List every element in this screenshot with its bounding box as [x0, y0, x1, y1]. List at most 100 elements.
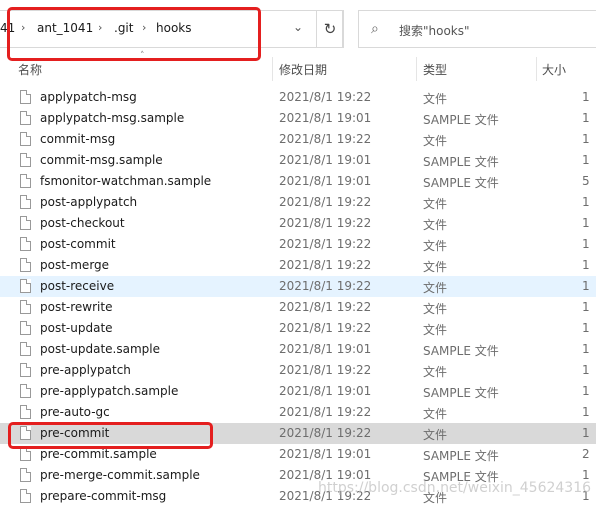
- file-name: pre-applypatch: [40, 363, 131, 377]
- file-date: 2021/8/1 19:22: [279, 237, 372, 251]
- refresh-icon[interactable]: ↻: [316, 10, 344, 48]
- file-type: 文件: [423, 134, 448, 148]
- file-icon: [20, 447, 31, 461]
- file-row[interactable]: post-checkout 2021/8/1 19:22 文件 1: [0, 213, 596, 234]
- file-icon: [20, 216, 31, 230]
- file-row[interactable]: post-commit 2021/8/1 19:22 文件 1: [0, 234, 596, 255]
- file-name: pre-commit.sample: [40, 447, 157, 461]
- file-icon: [20, 342, 31, 356]
- file-type: SAMPLE 文件: [423, 155, 499, 169]
- file-size: 1: [582, 279, 590, 293]
- file-size: 1: [582, 300, 590, 314]
- file-icon: [20, 90, 31, 104]
- search-input[interactable]: ⌕ 搜索"hooks": [358, 10, 596, 48]
- file-icon: [20, 384, 31, 398]
- file-type: 文件: [423, 92, 448, 106]
- file-type: 文件: [423, 281, 448, 295]
- file-name: fsmonitor-watchman.sample: [40, 174, 212, 188]
- column-name-header[interactable]: 名称: [18, 61, 42, 78]
- file-date: 2021/8/1 19:01: [279, 111, 372, 125]
- file-icon: [20, 468, 31, 482]
- file-icon: [20, 153, 31, 167]
- file-date: 2021/8/1 19:22: [279, 426, 372, 440]
- file-name: pre-applypatch.sample: [40, 384, 179, 398]
- file-name: post-checkout: [40, 216, 125, 230]
- file-size: 1: [582, 153, 590, 167]
- file-type: 文件: [423, 260, 448, 274]
- column-date-header[interactable]: 修改日期: [279, 61, 327, 78]
- column-divider[interactable]: [416, 57, 417, 81]
- file-icon: [20, 489, 31, 503]
- file-row[interactable]: post-receive 2021/8/1 19:22 文件 1: [0, 276, 596, 297]
- file-size: 1: [582, 90, 590, 104]
- file-size: 1: [582, 405, 590, 419]
- file-name: post-rewrite: [40, 300, 113, 314]
- file-date: 2021/8/1 19:22: [279, 258, 372, 272]
- file-date: 2021/8/1 19:01: [279, 384, 372, 398]
- file-size: 1: [582, 342, 590, 356]
- file-type: 文件: [423, 407, 448, 421]
- file-row[interactable]: post-rewrite 2021/8/1 19:22 文件 1: [0, 297, 596, 318]
- file-row[interactable]: pre-applypatch.sample 2021/8/1 19:01 SAMPL…: [0, 381, 596, 402]
- file-date: 2021/8/1 19:22: [279, 195, 372, 209]
- file-name: applypatch-msg: [40, 90, 137, 104]
- column-divider[interactable]: [536, 57, 537, 81]
- chevron-down-icon[interactable]: ⌄: [293, 20, 303, 34]
- file-type: SAMPLE 文件: [423, 113, 499, 127]
- file-name: post-receive: [40, 279, 115, 293]
- search-icon: ⌕: [371, 21, 379, 37]
- file-size: 1: [582, 384, 590, 398]
- search-placeholder: 搜索"hooks": [399, 24, 470, 38]
- file-size: 1: [582, 426, 590, 440]
- highlight-box-breadcrumb: [7, 7, 261, 61]
- file-row[interactable]: fsmonitor-watchman.sample 2021/8/1 19:01 S…: [0, 171, 596, 192]
- file-size: 1: [582, 216, 590, 230]
- file-date: 2021/8/1 19:22: [279, 216, 372, 230]
- file-size: 1: [582, 111, 590, 125]
- highlight-box-pre-commit: [8, 422, 213, 449]
- file-icon: [20, 321, 31, 335]
- file-name: applypatch-msg.sample: [40, 111, 185, 125]
- column-type-header[interactable]: 类型: [423, 61, 447, 78]
- file-date: 2021/8/1 19:01: [279, 174, 372, 188]
- file-row[interactable]: post-merge 2021/8/1 19:22 文件 1: [0, 255, 596, 276]
- file-row[interactable]: commit-msg.sample 2021/8/1 19:01 SAMPLE 文件…: [0, 150, 596, 171]
- file-size: 5: [582, 174, 590, 188]
- column-divider[interactable]: [272, 57, 273, 81]
- file-row[interactable]: pre-auto-gc 2021/8/1 19:22 文件 1: [0, 402, 596, 423]
- watermark: https://blog.csdn.net/weixin_45624316: [318, 480, 592, 496]
- file-name: post-update.sample: [40, 342, 160, 356]
- file-date: 2021/8/1 19:01: [279, 153, 372, 167]
- column-size-header[interactable]: 大小: [542, 61, 566, 78]
- file-icon: [20, 363, 31, 377]
- file-size: 1: [582, 363, 590, 377]
- file-icon: [20, 174, 31, 188]
- file-icon: [20, 279, 31, 293]
- file-size: 1: [582, 258, 590, 272]
- file-row[interactable]: applypatch-msg 2021/8/1 19:22 文件 1: [0, 87, 596, 108]
- file-date: 2021/8/1 19:22: [279, 321, 372, 335]
- file-name: pre-auto-gc: [40, 405, 110, 419]
- file-date: 2021/8/1 19:01: [279, 342, 372, 356]
- file-name: commit-msg: [40, 132, 116, 146]
- file-date: 2021/8/1 19:01: [279, 447, 372, 461]
- file-row[interactable]: post-update.sample 2021/8/1 19:01 SAMPLE 文…: [0, 339, 596, 360]
- file-icon: [20, 258, 31, 272]
- file-row[interactable]: pre-applypatch 2021/8/1 19:22 文件 1: [0, 360, 596, 381]
- file-icon: [20, 111, 31, 125]
- file-type: SAMPLE 文件: [423, 176, 499, 190]
- file-row[interactable]: post-applypatch 2021/8/1 19:22 文件 1: [0, 192, 596, 213]
- file-row[interactable]: applypatch-msg.sample 2021/8/1 19:01 SAMPL…: [0, 108, 596, 129]
- file-name: post-commit: [40, 237, 116, 251]
- file-name: prepare-commit-msg: [40, 489, 167, 503]
- file-row[interactable]: commit-msg 2021/8/1 19:22 文件 1: [0, 129, 596, 150]
- file-row[interactable]: post-update 2021/8/1 19:22 文件 1: [0, 318, 596, 339]
- file-name: pre-merge-commit.sample: [40, 468, 200, 482]
- file-date: 2021/8/1 19:22: [279, 405, 372, 419]
- file-name: post-applypatch: [40, 195, 138, 209]
- file-type: 文件: [423, 239, 448, 253]
- file-icon: [20, 405, 31, 419]
- file-date: 2021/8/1 19:22: [279, 90, 372, 104]
- file-date: 2021/8/1 19:22: [279, 132, 372, 146]
- file-type: 文件: [423, 323, 448, 337]
